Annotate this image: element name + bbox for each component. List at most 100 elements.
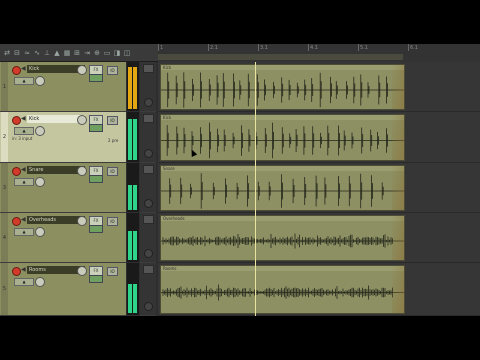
waveform bbox=[161, 72, 404, 108]
track-number[interactable]: 2 bbox=[1, 112, 8, 162]
media-item[interactable]: Overheads bbox=[160, 215, 405, 261]
track-lane[interactable]: Rooms bbox=[158, 263, 480, 316]
automation-mode-button[interactable]: ▲ bbox=[14, 77, 34, 85]
group-icon[interactable]: ⊕ bbox=[93, 49, 101, 57]
fx-bypass-icon[interactable] bbox=[144, 302, 153, 311]
fx-bypass-icon[interactable] bbox=[144, 149, 153, 158]
envelope-button[interactable] bbox=[143, 165, 154, 174]
marker-icon[interactable]: ◨ bbox=[113, 49, 121, 57]
track-meter[interactable] bbox=[127, 263, 139, 315]
lock-icon[interactable]: ▲ bbox=[53, 49, 61, 57]
track-lane[interactable]: Overheads bbox=[158, 213, 480, 263]
io-icon[interactable]: ⊟ bbox=[13, 49, 21, 57]
pan-knob[interactable] bbox=[35, 177, 45, 187]
pan-knob[interactable] bbox=[35, 76, 45, 86]
speaker-icon[interactable]: ◀ bbox=[21, 266, 26, 273]
track-header[interactable]: 2 ◀ Kick FX IO ▲ in: 3 input 2 pre bbox=[0, 112, 126, 163]
pan-knob[interactable] bbox=[35, 227, 45, 237]
ruler-label: 3.1 bbox=[260, 45, 268, 51]
automation-mode-button[interactable]: ▲ bbox=[14, 278, 34, 286]
phase-button[interactable] bbox=[89, 225, 103, 233]
track-header[interactable]: 1 ◀ Kick FX IO ▲ bbox=[0, 62, 126, 112]
item-fade-out[interactable] bbox=[392, 266, 404, 313]
track-header[interactable]: 3 ◀ Snare FX IO ▲ bbox=[0, 163, 126, 213]
envelope-button[interactable] bbox=[143, 64, 154, 73]
snap-icon[interactable]: ⊞ bbox=[73, 49, 81, 57]
record-arm-button[interactable] bbox=[12, 116, 21, 125]
track-meter[interactable] bbox=[127, 62, 139, 111]
media-item[interactable]: Snare bbox=[160, 165, 405, 211]
track-number-label: 5 bbox=[2, 286, 7, 292]
volume-knob[interactable] bbox=[77, 166, 87, 176]
io-button[interactable]: IO bbox=[107, 167, 118, 176]
track-lane[interactable]: Kick bbox=[158, 112, 480, 163]
io-button[interactable]: IO bbox=[107, 267, 118, 276]
volume-knob[interactable] bbox=[77, 216, 87, 226]
fx-icon[interactable]: ∿ bbox=[33, 49, 41, 57]
track-meter[interactable] bbox=[127, 163, 139, 212]
automation-mode-button[interactable]: ▲ bbox=[14, 228, 34, 236]
envelope-strip bbox=[140, 112, 156, 163]
grid-icon[interactable]: ▦ bbox=[63, 49, 71, 57]
media-item[interactable]: Rooms bbox=[160, 265, 405, 314]
speaker-icon[interactable]: ◀ bbox=[21, 216, 26, 223]
speaker-icon[interactable]: ◀ bbox=[21, 166, 26, 173]
item-icon[interactable]: ▭ bbox=[103, 49, 111, 57]
arrange-view[interactable]: Rooms Overheads Snare Kick Kick bbox=[158, 62, 480, 316]
record-arm-button[interactable] bbox=[12, 167, 21, 176]
track-number[interactable]: 1 bbox=[1, 62, 8, 111]
track-number[interactable]: 3 bbox=[1, 163, 8, 212]
env-icon[interactable]: ≈ bbox=[23, 49, 31, 57]
fx-bypass-icon[interactable] bbox=[144, 199, 153, 208]
phase-button[interactable] bbox=[89, 74, 103, 82]
volume-knob[interactable] bbox=[77, 266, 87, 276]
track-number-label: 2 bbox=[2, 134, 7, 140]
fx-bypass-icon[interactable] bbox=[144, 249, 153, 258]
track-number-label: 1 bbox=[2, 83, 7, 90]
region-icon[interactable]: ◫ bbox=[123, 49, 131, 57]
ripple-icon[interactable]: ⇥ bbox=[83, 49, 91, 57]
item-fade-out[interactable] bbox=[392, 216, 404, 260]
trim-icon[interactable]: ⊥ bbox=[43, 49, 51, 57]
track-number[interactable]: 5 bbox=[1, 263, 8, 315]
track-meter[interactable] bbox=[127, 213, 139, 262]
io-button[interactable]: IO bbox=[107, 66, 118, 75]
item-fade-out[interactable] bbox=[392, 166, 404, 210]
phase-button[interactable] bbox=[89, 175, 103, 183]
fx-bypass-icon[interactable] bbox=[144, 98, 153, 107]
record-arm-button[interactable] bbox=[12, 267, 21, 276]
track-number[interactable]: 4 bbox=[1, 213, 8, 262]
record-arm-button[interactable] bbox=[12, 66, 21, 75]
pan-knob[interactable] bbox=[35, 126, 45, 136]
route-icon[interactable]: ⇄ bbox=[3, 49, 11, 57]
item-fade-out[interactable] bbox=[392, 115, 404, 160]
envelope-button[interactable] bbox=[143, 114, 154, 123]
volume-knob[interactable] bbox=[77, 115, 87, 125]
record-arm-button[interactable] bbox=[12, 217, 21, 226]
speaker-icon[interactable]: ◀ bbox=[21, 115, 26, 122]
track-lane[interactable]: Kick bbox=[158, 62, 480, 112]
envelope-button[interactable] bbox=[143, 265, 154, 274]
automation-mode-button[interactable]: ▲ bbox=[14, 127, 34, 135]
phase-button[interactable] bbox=[89, 275, 103, 283]
phase-button[interactable] bbox=[89, 124, 103, 132]
edit-cursor[interactable] bbox=[255, 62, 256, 316]
envelope-strip bbox=[140, 263, 156, 316]
ruler-label: 1 bbox=[160, 45, 164, 51]
envelope-button[interactable] bbox=[143, 215, 154, 224]
track-meter[interactable] bbox=[127, 112, 139, 162]
item-fade-out[interactable] bbox=[392, 65, 404, 109]
automation-mode-button[interactable]: ▲ bbox=[14, 178, 34, 186]
track-lane[interactable]: Snare bbox=[158, 163, 480, 213]
speaker-icon[interactable]: ◀ bbox=[21, 65, 26, 72]
volume-knob[interactable] bbox=[77, 65, 87, 75]
timeline-ruler[interactable]: 1 2.1 3.1 4.1 5.1 6.1 bbox=[158, 44, 480, 63]
pan-knob[interactable] bbox=[35, 277, 45, 287]
track-header[interactable]: 4 ◀ Overheads FX IO ▲ bbox=[0, 213, 126, 263]
io-button[interactable]: IO bbox=[107, 217, 118, 226]
time-selection-strip[interactable] bbox=[158, 54, 403, 60]
track-header[interactable]: 5 ◀ Rooms FX IO ▲ bbox=[0, 263, 126, 316]
io-button[interactable]: IO bbox=[107, 116, 118, 125]
reaper-window: ⇄ ⊟ ≈ ∿ ⊥ ▲ ▦ ⊞ ⇥ ⊕ ▭ ◨ ◫ 1 2.1 3.1 4.1 5.1 6.1 1 ◀ Kick … bbox=[0, 44, 480, 316]
media-item[interactable]: Kick bbox=[160, 64, 405, 110]
